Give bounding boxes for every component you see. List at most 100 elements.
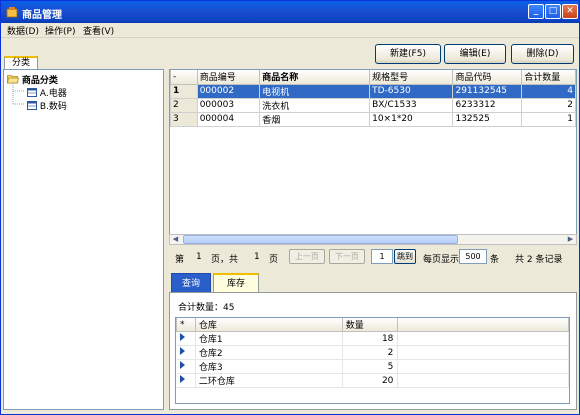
col-header-spec[interactable]: 规格型号 [369, 70, 454, 85]
menu-operation[interactable]: 操作(P) [45, 24, 75, 37]
cell-name: 香烟 [259, 111, 371, 127]
table-icon [27, 101, 37, 110]
per-page-label: 每页显示 [423, 255, 460, 265]
scroll-left-arrow-icon[interactable]: ◀ [170, 235, 181, 244]
cell-spec: 10×1*20 [369, 111, 454, 127]
cell-code: 000002 [196, 83, 261, 99]
row-pointer-icon [179, 347, 185, 355]
tree-item-label: B.数码 [39, 102, 67, 112]
maximize-button[interactable]: □ [545, 4, 561, 19]
cell-name: 洗衣机 [259, 97, 371, 113]
per-page-input[interactable]: 500 [459, 249, 487, 264]
stock-warehouse: 仓库1 [195, 331, 343, 346]
row-index: 1 [170, 83, 198, 99]
stock-header-row: * 仓库 数量 [176, 318, 569, 332]
row-pointer-icon [179, 375, 185, 383]
row-pointer-icon [179, 333, 185, 341]
scroll-thumb[interactable] [183, 235, 458, 244]
col-header-name[interactable]: 商品名称 [259, 70, 371, 85]
title-bar[interactable]: 商品管理 _ □ ✕ [1, 1, 579, 23]
pager-current-page: 1 [196, 252, 202, 262]
stock-row[interactable]: 仓库3 5 [176, 359, 569, 374]
stock-total: 合计数量：45 [178, 303, 235, 313]
col-header-indicator[interactable]: - [170, 70, 198, 85]
col-header-code[interactable]: 商品编号 [196, 70, 261, 85]
table-icon [27, 88, 37, 97]
stock-warehouse: 仓库3 [195, 359, 343, 374]
category-tree: 商品分类 A.电器 B.数码 [3, 69, 164, 410]
tab-stock[interactable]: 库存 [213, 273, 259, 293]
menu-data[interactable]: 数据(D) [7, 24, 39, 37]
row-pointer-icon [179, 361, 185, 369]
stock-qty: 18 [342, 331, 399, 346]
window-title: 商品管理 [22, 10, 62, 21]
tab-category[interactable]: 分类 [4, 56, 38, 70]
stock-qty: 2 [342, 345, 399, 360]
cell-barcode: 132525 [452, 111, 523, 127]
stock-warehouse: 仓库2 [195, 345, 343, 360]
per-page-unit: 条 [490, 255, 500, 265]
row-index: 2 [170, 97, 198, 113]
cell-spec: BX/C1533 [369, 97, 454, 113]
table-row[interactable]: 3 000004 香烟 10×1*20 132525 1 [170, 111, 576, 127]
stock-panel: 合计数量：45 * 仓库 数量 仓库1 18 仓库2 2 仓库3 5 二环仓库 … [169, 292, 577, 410]
grid-header-row: - 商品编号 商品名称 规格型号 商品代码 合计数量 [170, 70, 576, 85]
tree-lines [12, 83, 24, 105]
product-table: - 商品编号 商品名称 规格型号 商品代码 合计数量 1 000002 电视机 … [170, 70, 576, 127]
prev-page-button[interactable]: 上一页 [289, 249, 325, 264]
cell-name: 电视机 [259, 83, 371, 99]
tab-query[interactable]: 查询 [171, 273, 211, 293]
pager: 第 1 页，共 1 页 上一页 下一页 1 跳到 每页显示 500 条 共 2 … [169, 247, 577, 267]
stock-row[interactable]: 仓库2 2 [176, 345, 569, 360]
stock-qty: 5 [342, 359, 399, 374]
stock-col-qty[interactable]: 数量 [341, 318, 399, 332]
stock-col-indicator[interactable]: * [176, 318, 196, 332]
jump-button[interactable]: 跳到 [394, 249, 416, 264]
stock-row[interactable]: 二环仓库 20 [176, 373, 569, 388]
stock-grid: * 仓库 数量 仓库1 18 仓库2 2 仓库3 5 二环仓库 20 [175, 317, 570, 404]
app-window: 商品管理 _ □ ✕ 数据(D) 操作(P) 查看(V) 新建(F5) 编辑(E… [0, 0, 580, 415]
pager-page-prefix: 第 [175, 255, 185, 265]
stock-col-warehouse[interactable]: 仓库 [194, 318, 343, 332]
tree-item-label: A.电器 [39, 89, 67, 99]
close-button[interactable]: ✕ [562, 4, 578, 19]
bottom-tab-bar: 查询 库存 [169, 273, 577, 293]
app-icon [6, 7, 18, 18]
total-records: 共 2 条记录 [515, 255, 563, 265]
row-index: 3 [170, 111, 198, 127]
stock-qty: 20 [342, 373, 399, 388]
pager-total-pages: 1 [254, 252, 260, 262]
minimize-button[interactable]: _ [528, 4, 544, 19]
cell-qty: 1 [521, 111, 576, 127]
cell-code: 000003 [196, 97, 261, 113]
cell-qty: 4 [521, 83, 576, 99]
cell-code: 000004 [196, 111, 261, 127]
jump-page-input[interactable]: 1 [371, 249, 393, 264]
col-header-qty[interactable]: 合计数量 [521, 70, 576, 85]
menu-bar: 数据(D) 操作(P) 查看(V) [1, 23, 579, 37]
cell-barcode: 6233312 [452, 97, 523, 113]
tree-item-appliance[interactable]: A.电器 [27, 86, 67, 99]
tree-item-digital[interactable]: B.数码 [27, 99, 67, 112]
menu-view[interactable]: 查看(V) [83, 24, 114, 37]
table-row[interactable]: 2 000003 洗衣机 BX/C1533 6233312 2 [170, 97, 576, 113]
cell-spec: TD-6530 [369, 83, 454, 99]
stock-row[interactable]: 仓库1 18 [176, 331, 569, 346]
stock-warehouse: 二环仓库 [195, 373, 343, 388]
product-grid: - 商品编号 商品名称 规格型号 商品代码 合计数量 1 000002 电视机 … [169, 69, 577, 245]
toolbar: 新建(F5) 编辑(E) 删除(D) [1, 37, 579, 68]
delete-button[interactable]: 删除(D) [511, 44, 574, 64]
cell-barcode: 291132545 [452, 83, 523, 99]
pager-page-suffix: 页 [269, 255, 279, 265]
edit-button[interactable]: 编辑(E) [444, 44, 506, 64]
next-page-button[interactable]: 下一页 [329, 249, 365, 264]
table-row[interactable]: 1 000002 电视机 TD-6530 291132545 4 [170, 83, 576, 99]
stock-col-filler [397, 318, 569, 332]
pager-page-mid: 页，共 [211, 255, 239, 265]
cell-qty: 2 [521, 97, 576, 113]
horizontal-scrollbar[interactable]: ◀ ▶ [169, 234, 577, 245]
col-header-barcode[interactable]: 商品代码 [452, 70, 523, 85]
scroll-right-arrow-icon[interactable]: ▶ [565, 235, 576, 244]
new-button[interactable]: 新建(F5) [375, 44, 441, 64]
stock-table: * 仓库 数量 仓库1 18 仓库2 2 仓库3 5 二环仓库 20 [176, 318, 569, 388]
